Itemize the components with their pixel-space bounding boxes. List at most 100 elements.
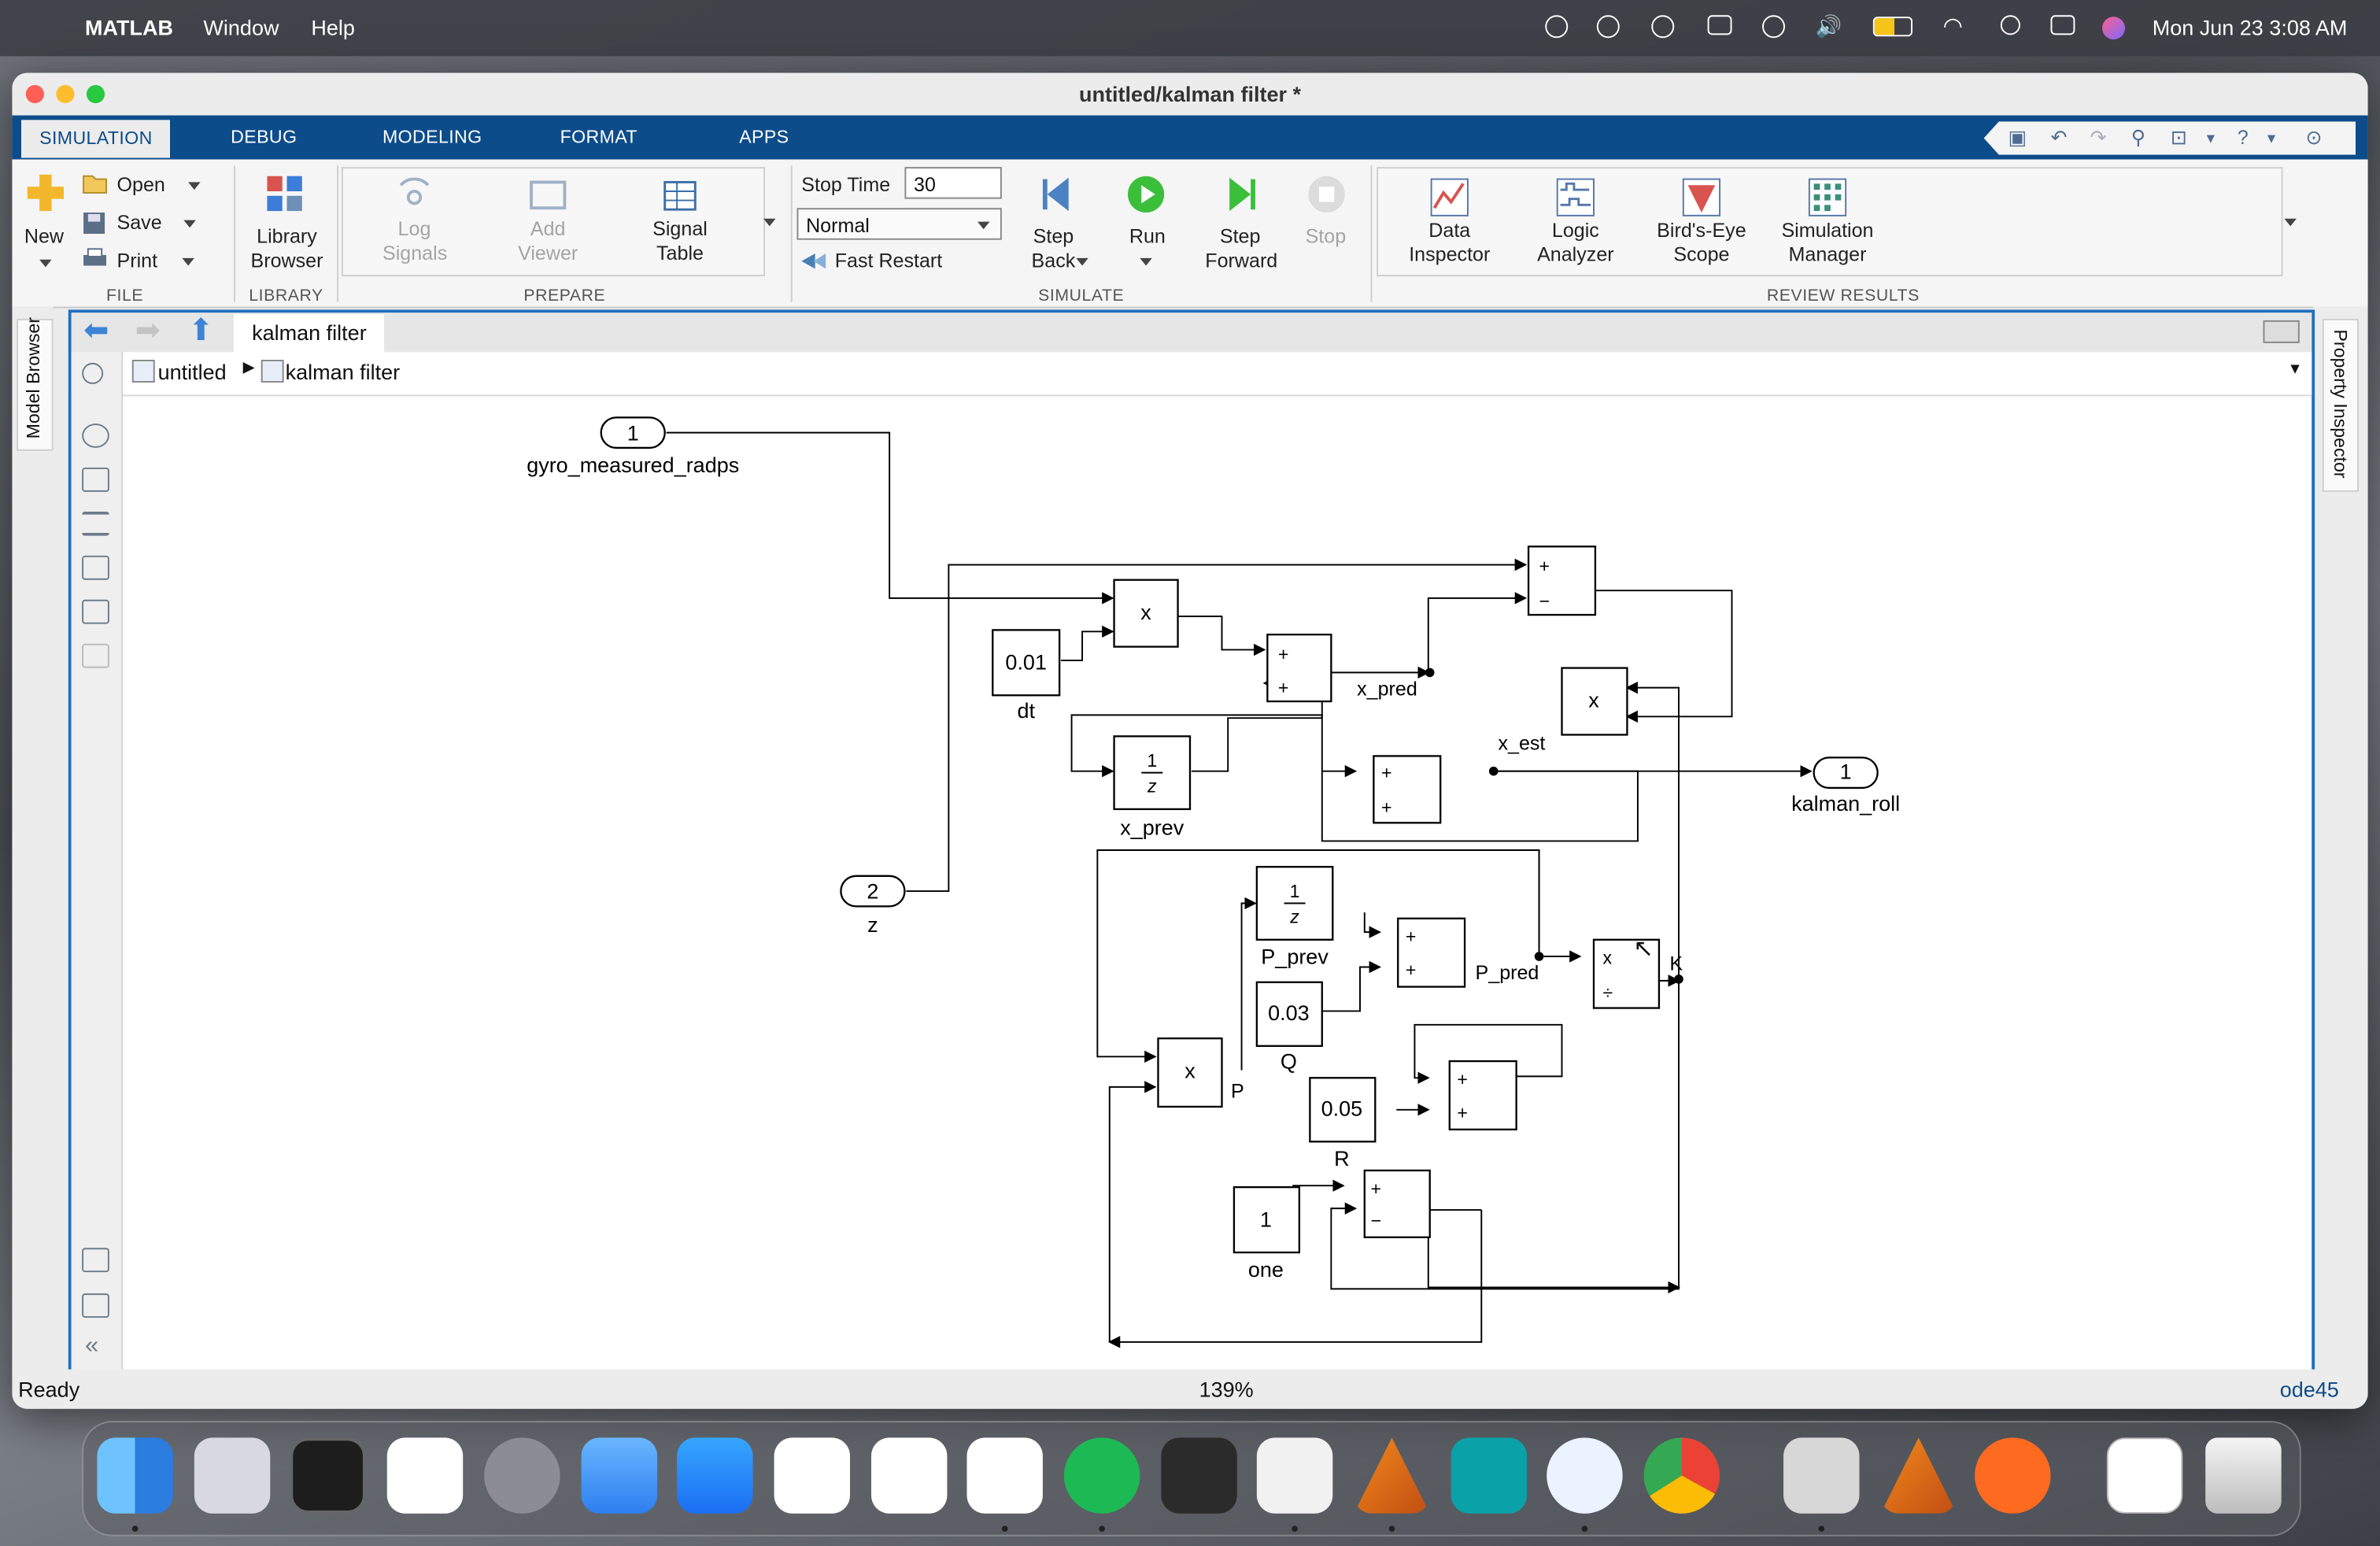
menu-datetime[interactable]: Mon Jun 23 3:08 AM bbox=[2153, 15, 2348, 39]
gallery-expand-icon[interactable] bbox=[2284, 218, 2297, 227]
zoom-icon[interactable] bbox=[82, 423, 109, 448]
chrome-icon[interactable] bbox=[1643, 1437, 1720, 1514]
print-button[interactable]: Print bbox=[116, 249, 157, 273]
logic-analyzer-button[interactable]: Logic Analyzer bbox=[1536, 219, 1615, 268]
tab-kalman-filter[interactable]: kalman filter bbox=[233, 314, 385, 353]
chevron-down-icon[interactable]: ▼ bbox=[2288, 361, 2303, 378]
app-store-icon[interactable] bbox=[677, 1437, 753, 1514]
tab-apps[interactable]: APPS bbox=[739, 126, 789, 147]
mail-icon[interactable] bbox=[581, 1437, 658, 1514]
window-thumbnail-icon[interactable] bbox=[2106, 1437, 2183, 1514]
breadcrumb-untitled[interactable]: untitled bbox=[158, 360, 227, 384]
fast-restart-icon[interactable] bbox=[800, 250, 827, 272]
library-browser-icon[interactable] bbox=[265, 175, 305, 214]
step-forward-button[interactable]: Step Forward bbox=[1205, 224, 1277, 273]
signal-table-button[interactable]: Signal Table bbox=[647, 217, 714, 266]
menu-window[interactable]: Window bbox=[203, 15, 279, 39]
sum-block-x-pred[interactable] bbox=[1266, 633, 1332, 703]
chevron-down-icon[interactable]: ▼ bbox=[2264, 131, 2278, 146]
menu-help[interactable]: Help bbox=[311, 15, 355, 39]
chatgpt-icon[interactable] bbox=[966, 1437, 1043, 1514]
find-icon[interactable]: ⚲ bbox=[2131, 126, 2145, 150]
save-button[interactable]: Save bbox=[116, 211, 161, 235]
tab-modeling[interactable]: MODELING bbox=[382, 126, 482, 147]
simulation-mode-select[interactable]: Normal bbox=[796, 208, 1002, 240]
save-icon[interactable]: ▣ bbox=[2008, 126, 2027, 150]
outlook-icon[interactable] bbox=[870, 1437, 948, 1514]
annotation-icon[interactable] bbox=[82, 555, 109, 580]
blender-icon[interactable] bbox=[1161, 1437, 1237, 1514]
add-viewer-button[interactable]: Add Viewer bbox=[516, 217, 580, 266]
matlab-icon[interactable] bbox=[1354, 1437, 1430, 1514]
ltspice-icon[interactable] bbox=[1256, 1437, 1333, 1514]
tab-debug[interactable]: DEBUG bbox=[231, 126, 297, 147]
diagram-canvas[interactable]: 1 gyro_measured_radps 2 z 1 kalman_roll … bbox=[123, 396, 2308, 1370]
vscode-icon[interactable] bbox=[386, 1437, 464, 1514]
launchpad-icon[interactable] bbox=[194, 1437, 271, 1514]
new-button[interactable]: New bbox=[24, 224, 64, 249]
open-folder-icon[interactable] bbox=[82, 173, 108, 194]
data-inspector-button[interactable]: Data Inspector bbox=[1406, 219, 1494, 268]
birds-eye-scope-icon[interactable] bbox=[1682, 178, 1721, 217]
tab-format[interactable]: FORMAT bbox=[560, 126, 638, 147]
hide-explorer-icon[interactable] bbox=[82, 362, 104, 384]
simulation-manager-icon[interactable] bbox=[1808, 178, 1847, 217]
chevron-down-icon[interactable] bbox=[1076, 257, 1088, 266]
stop-button[interactable]: Stop bbox=[1306, 224, 1347, 249]
open-button[interactable]: Open bbox=[116, 173, 164, 198]
siri-icon[interactable] bbox=[2102, 17, 2125, 40]
chevron-down-icon[interactable] bbox=[183, 220, 196, 228]
preview-icon[interactable] bbox=[1783, 1437, 1860, 1514]
breadcrumb-kalman-filter[interactable]: kalman filter bbox=[286, 360, 401, 384]
wifi-icon[interactable]: ◠ bbox=[1943, 12, 1963, 39]
collapse-ribbon-icon[interactable]: ⊙ bbox=[2305, 126, 2322, 150]
stop-time-input[interactable]: 30 bbox=[904, 167, 1002, 199]
save-disk-icon[interactable] bbox=[82, 211, 106, 235]
model-browser-toggle-icon[interactable] bbox=[82, 1293, 109, 1318]
control-center-icon[interactable] bbox=[2050, 15, 2075, 35]
gallery-expand-icon[interactable] bbox=[763, 218, 776, 227]
forward-arrow-icon[interactable]: ➡ bbox=[135, 316, 161, 346]
undo-icon[interactable]: ↶ bbox=[2050, 126, 2067, 150]
safari-icon[interactable] bbox=[1547, 1437, 1623, 1514]
fit-to-view-icon[interactable] bbox=[82, 467, 109, 492]
camera-icon[interactable] bbox=[82, 1248, 109, 1273]
battery-icon[interactable] bbox=[1872, 17, 1913, 37]
keyboard-icon[interactable] bbox=[2263, 320, 2300, 343]
search-icon[interactable] bbox=[2000, 15, 2020, 35]
grammarly-icon[interactable] bbox=[1651, 15, 1675, 39]
swift-playgrounds-icon[interactable] bbox=[1975, 1437, 2051, 1514]
log-signals-icon[interactable] bbox=[394, 177, 434, 214]
collapse-icon[interactable]: « bbox=[85, 1333, 98, 1360]
new-icon[interactable] bbox=[26, 172, 65, 214]
run-button[interactable]: Run bbox=[1129, 224, 1166, 249]
step-back-button[interactable]: Step Back bbox=[1023, 224, 1084, 273]
property-inspector-tab[interactable]: Property Inspector bbox=[2322, 318, 2359, 492]
menu-app-name[interactable]: MATLAB bbox=[85, 15, 173, 39]
chevron-down-icon[interactable] bbox=[188, 182, 201, 190]
step-back-icon[interactable] bbox=[1038, 175, 1077, 214]
signal-table-icon[interactable] bbox=[662, 178, 701, 214]
model-browser-tab[interactable]: Model Browser bbox=[17, 317, 54, 451]
log-signals-button[interactable]: Log Signals bbox=[382, 217, 447, 266]
display-icon[interactable] bbox=[1707, 15, 1732, 35]
spotify-icon[interactable] bbox=[1063, 1437, 1140, 1514]
help-icon[interactable]: ? bbox=[2238, 126, 2249, 149]
chevron-down-icon[interactable]: ▼ bbox=[2204, 131, 2217, 146]
play-icon[interactable] bbox=[1762, 15, 1785, 39]
chevron-down-icon[interactable] bbox=[182, 257, 194, 266]
run-icon[interactable] bbox=[1126, 175, 1166, 214]
image-icon[interactable] bbox=[82, 599, 109, 624]
creative-cloud-icon[interactable] bbox=[1596, 15, 1620, 39]
area-icon[interactable] bbox=[82, 643, 109, 668]
finder-icon[interactable] bbox=[97, 1437, 173, 1514]
logic-analyzer-icon[interactable] bbox=[1556, 178, 1595, 217]
back-arrow-icon[interactable]: ⬅ bbox=[83, 316, 109, 346]
status-solver[interactable]: ode45 bbox=[2280, 1377, 2339, 1401]
birds-eye-scope-button[interactable]: Bird's-Eye Scope bbox=[1651, 219, 1751, 268]
volume-icon[interactable]: 🔊 bbox=[1816, 13, 1842, 39]
signal-route-icon[interactable] bbox=[82, 511, 109, 536]
teams-icon[interactable] bbox=[774, 1437, 850, 1514]
trash-icon[interactable] bbox=[2205, 1437, 2282, 1514]
stop-icon[interactable] bbox=[1306, 175, 1346, 214]
